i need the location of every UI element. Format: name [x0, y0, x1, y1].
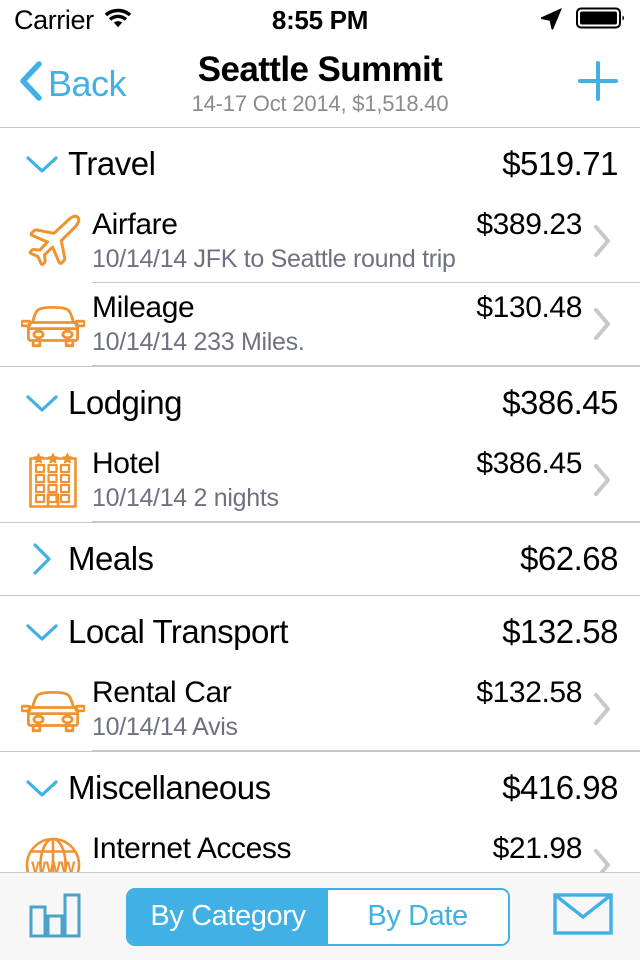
- expense-primary-line: Airfare $389.23: [92, 208, 582, 242]
- expense-amount: $21.98: [492, 832, 583, 865]
- status-bar-right: [538, 5, 626, 36]
- expense-amount: $389.23: [476, 208, 582, 241]
- expense-note: 10/14/14 233 Miles.: [92, 328, 305, 356]
- category-section: Local Transport $132.58 Rental Car $132.58…: [0, 596, 640, 751]
- page-subtitle: 14-17 Oct 2014, $1,518.40: [191, 91, 449, 117]
- car-icon: [14, 683, 92, 735]
- expense-title: Mileage: [92, 291, 195, 324]
- chart-button[interactable]: [26, 888, 84, 945]
- expense-title: Internet Access: [92, 832, 292, 865]
- chevron-down-icon: [22, 147, 68, 181]
- car-icon: [14, 298, 92, 350]
- chevron-down-icon: [22, 615, 68, 649]
- expense-row[interactable]: Airfare $389.23 10/14/14 JFK to Seattle ro…: [0, 200, 640, 282]
- chevron-down-icon: [22, 386, 68, 420]
- expense-note: 10/14/14 2 nights: [92, 484, 279, 512]
- category-header-lodging[interactable]: Lodging $386.45: [0, 367, 640, 439]
- chevron-right-icon[interactable]: [582, 689, 622, 729]
- expense-primary-line: Internet Access $21.98: [92, 832, 582, 866]
- expense-amount: $132.58: [476, 676, 582, 709]
- expense-row[interactable]: Mileage $130.48 10/14/14 233 Miles.: [0, 283, 640, 365]
- plus-icon: [574, 57, 622, 110]
- expense-note: 10/14/14 Internet from hotel: [92, 869, 582, 872]
- category-section: Miscellaneous $416.98 WWW Internet Access…: [0, 752, 640, 872]
- category-header-miscellaneous[interactable]: Miscellaneous $416.98: [0, 752, 640, 824]
- expense-title: Rental Car: [92, 676, 232, 709]
- expense-title: Hotel: [92, 447, 161, 480]
- chevron-down-icon: [22, 771, 68, 805]
- app-screen: Carrier 8:55 PM Back Seattle Summit 14-1…: [0, 0, 640, 960]
- status-bar: Carrier 8:55 PM: [0, 0, 640, 40]
- category-name: Lodging: [68, 384, 182, 421]
- hotel-icon: [14, 449, 92, 511]
- chevron-right-icon[interactable]: [582, 221, 622, 261]
- expense-amount: $386.45: [476, 447, 582, 480]
- navigation-bar: Back Seattle Summit 14-17 Oct 2014, $1,5…: [0, 40, 640, 128]
- back-label: Back: [48, 62, 127, 104]
- airplane-icon: [14, 211, 92, 271]
- expense-details: Airfare $389.23 10/14/14 JFK to Seattle ro…: [92, 200, 582, 282]
- expense-note: 10/14/14 Avis: [92, 713, 238, 741]
- bottom-toolbar: By Category By Date: [0, 872, 640, 960]
- chevron-right-icon[interactable]: [582, 845, 622, 872]
- envelope-icon: [552, 890, 614, 943]
- expense-note: 10/14/14 JFK to Seattle round trip: [92, 245, 456, 273]
- carrier-label: Carrier: [14, 4, 94, 35]
- category-total: $132.58: [502, 613, 618, 650]
- expense-row[interactable]: Rental Car $132.58 10/14/14 Avis: [0, 668, 640, 750]
- status-bar-left: Carrier: [14, 5, 133, 36]
- chevron-right-icon[interactable]: [582, 304, 622, 344]
- location-arrow-icon: [538, 5, 564, 36]
- expense-details: Mileage $130.48 10/14/14 233 Miles.: [92, 283, 582, 365]
- category-total: $386.45: [502, 384, 618, 421]
- category-header-travel[interactable]: Travel $519.71: [0, 128, 640, 200]
- mail-button[interactable]: [552, 890, 614, 943]
- wifi-icon: [103, 6, 133, 35]
- chevron-left-icon: [18, 59, 44, 108]
- expense-row[interactable]: Hotel $386.45 10/14/14 2 nights: [0, 439, 640, 521]
- expense-row[interactable]: WWW Internet Access $21.98 10/14/14 Intern…: [0, 824, 640, 872]
- category-header-local-transport[interactable]: Local Transport $132.58: [0, 596, 640, 668]
- battery-full-icon: [576, 6, 626, 35]
- bar-chart-icon: [26, 888, 84, 945]
- segment-by-category[interactable]: By Category: [128, 889, 328, 944]
- category-name: Meals: [68, 540, 154, 577]
- expense-primary-line: Rental Car $132.58: [92, 676, 582, 710]
- page-title: Seattle Summit: [197, 49, 443, 89]
- expense-details: Internet Access $21.98 10/14/14 Internet f…: [92, 824, 582, 872]
- globe-www-icon: WWW: [14, 835, 92, 872]
- category-section: Lodging $386.45 Hotel $386.45 10/14/14 2 ni…: [0, 367, 640, 522]
- view-mode-segmented-control[interactable]: By Category By Date: [126, 887, 510, 946]
- category-total: $416.98: [502, 769, 618, 806]
- category-section: Meals $62.68: [0, 523, 640, 595]
- expense-amount: $130.48: [476, 291, 582, 324]
- expense-primary-line: Mileage $130.48: [92, 291, 582, 325]
- chevron-right-icon: [22, 540, 68, 578]
- expense-details: Rental Car $132.58 10/14/14 Avis: [92, 668, 582, 750]
- category-name: Travel: [68, 145, 156, 182]
- segment-by-date[interactable]: By Date: [327, 889, 508, 944]
- expense-details: Hotel $386.45 10/14/14 2 nights: [92, 439, 582, 521]
- category-header-meals[interactable]: Meals $62.68: [0, 523, 640, 595]
- expense-primary-line: Hotel $386.45: [92, 447, 582, 481]
- category-section: Travel $519.71 Airfare $389.23 10/14/14 JFK…: [0, 128, 640, 366]
- back-button[interactable]: Back: [18, 59, 127, 108]
- chevron-right-icon[interactable]: [582, 460, 622, 500]
- category-total: $519.71: [502, 145, 618, 182]
- add-expense-button[interactable]: [574, 57, 622, 110]
- expense-title: Airfare: [92, 208, 178, 241]
- category-name: Local Transport: [68, 613, 288, 650]
- expense-list[interactable]: Travel $519.71 Airfare $389.23 10/14/14 JFK…: [0, 128, 640, 872]
- category-name: Miscellaneous: [68, 769, 271, 806]
- category-total: $62.68: [520, 540, 618, 577]
